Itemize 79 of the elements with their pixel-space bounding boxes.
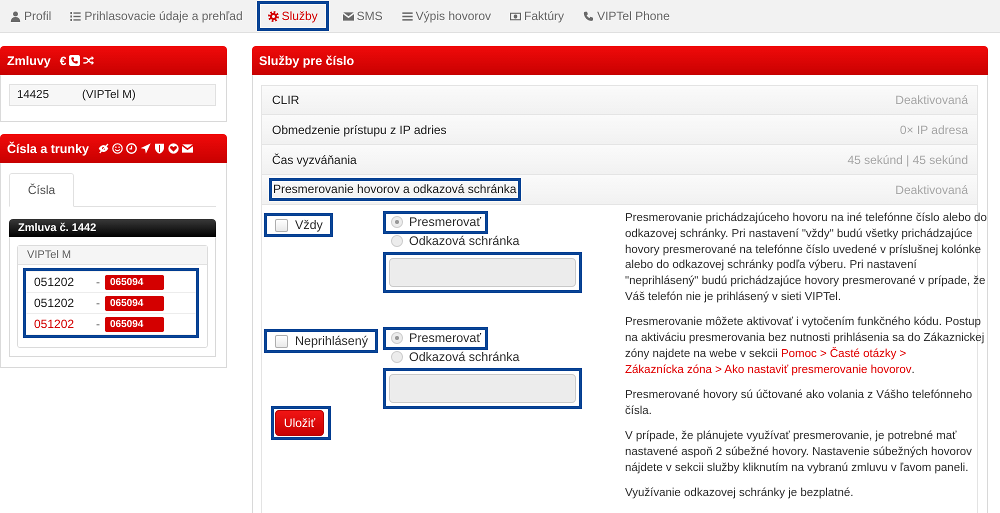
contract-number: 14425: [17, 89, 50, 101]
help-link[interactable]: Pomoc > Časté otázky >: [780, 346, 906, 363]
envelope-icon: [182, 143, 193, 154]
contract-row[interactable]: 14425 (VIPTel M): [9, 84, 216, 106]
envelope-icon: [342, 10, 354, 22]
radio-label: Odkazová schránka: [409, 234, 520, 248]
panel-title: Služby pre číslo: [259, 54, 354, 68]
separator: -: [96, 296, 100, 310]
shuffle-icon: [83, 55, 94, 66]
service-status: 0× IP adresa: [900, 122, 968, 136]
contract-plan: (VIPTel M): [82, 89, 136, 101]
clock-icon: [126, 143, 137, 154]
service-name: Presmerovanie hovorov a odkazová schránka: [273, 182, 516, 196]
radio-button[interactable]: [391, 216, 403, 228]
nav-tab[interactable]: Profil: [5, 5, 56, 27]
checkbox[interactable]: [275, 218, 288, 232]
service-row[interactable]: Obmedzenie prístupu z IP adries 0× IP adresa: [261, 115, 978, 145]
phone-number: 051202: [34, 317, 76, 331]
service-name: Čas vyzváňania: [272, 152, 357, 166]
nav-tab[interactable]: Služby: [262, 5, 323, 27]
service-name: Obmedzenie prístupu z IP adries: [272, 122, 447, 136]
service-row[interactable]: Presmerovanie hovorov a odkazová schránka Deaktivovaná: [261, 175, 978, 205]
phone-number: 051202: [34, 275, 76, 289]
nav-tab[interactable]: Faktúry: [505, 5, 570, 27]
heart-icon: [168, 143, 179, 154]
nav-tab[interactable]: Prihlasovacie údaje a prehľad: [65, 5, 248, 27]
checkbox-label: Vždy: [295, 218, 323, 232]
plan-header: VIPTel M: [18, 246, 207, 265]
service-name: CLIR: [272, 93, 300, 107]
separator: -: [96, 317, 100, 331]
service-status: 45 sekúnd | 45 sekúnd: [847, 152, 968, 166]
help-paragraph: V prípade, že plánujete využívať presmerovanie, je potrebné mať nastavené aspoň 2 súbežné hovory. Nastavenie súbežných hovorov nájdete v sekcii služby kliknutím na vybranú zmluvu v ľavom paneli.: [625, 429, 973, 476]
phone-number: 051202: [34, 296, 76, 310]
number-badge: 065094: [105, 296, 164, 310]
number-row[interactable]: 051202 - 065094: [26, 314, 196, 335]
user-icon: [10, 10, 21, 22]
number-row[interactable]: 051202 - 065094: [26, 272, 196, 293]
banknote-icon: [510, 10, 522, 22]
phone-icon: [69, 55, 80, 66]
contract-header: Zmluva č. 1442: [9, 219, 216, 237]
radio-button[interactable]: [391, 332, 403, 344]
shield-icon: [154, 143, 165, 154]
help-paragraph: Využívanie odkazovej schránky je bezplatné.: [625, 486, 854, 501]
radio-button[interactable]: [391, 235, 403, 247]
input-field[interactable]: [389, 374, 576, 403]
checkbox[interactable]: [275, 334, 288, 348]
panel-title: Zmluvy: [7, 54, 51, 68]
help-paragraph: Presmerované hovory sú účtované ako volania z Vášho telefónneho čísla.: [625, 388, 974, 419]
eye-slash-icon: [98, 143, 109, 154]
input-field[interactable]: [389, 258, 576, 287]
radio-label: Odkazová schránka: [409, 350, 520, 364]
tab[interactable]: Čísla: [9, 173, 74, 207]
settings-icon: [268, 10, 279, 22]
number-row[interactable]: 051202 - 065094: [26, 293, 196, 314]
location-arrow-icon: [140, 143, 151, 154]
nav-tab[interactable]: SMS: [338, 5, 388, 27]
radio-label: Presmerovať: [409, 331, 482, 345]
checkbox-label: Neprihlásený: [295, 334, 368, 348]
list-icon: [70, 10, 82, 22]
service-row[interactable]: CLIR Deaktivovaná: [261, 85, 978, 115]
number-badge: 065094: [105, 316, 164, 332]
help-link[interactable]: Zákaznícka zóna > Ako nastaviť presmerovanie hovorov: [625, 362, 912, 378]
help-paragraph: Presmerovanie prichádzajúceho hovoru na iné telefónne číslo alebo do odkazovej schránky. Pri nastavení "vždy" budú všetky prichádzajúce hovory presmerované na telefónne číslo uvedené v príslušnej kolónke alebo do odkazovej schránky podľa výberu. Pri nastavení "neprihlásený" budú prichádzajúce hovory presmerované v prípade, že Váš telefón nie je prihlásený v sieti VIPTel.: [625, 211, 987, 305]
service-status: Deaktivovaná: [895, 182, 968, 196]
number-badge: 065094: [105, 274, 164, 290]
nav-tab[interactable]: VIPTel Phone: [578, 5, 675, 27]
separator: -: [96, 275, 100, 289]
save-button[interactable]: Uložiť: [275, 410, 324, 436]
euro-icon: €: [60, 54, 66, 66]
lines-icon: [402, 10, 413, 22]
phone-icon: [583, 10, 594, 22]
panel-title: Čísla a trunky: [7, 142, 89, 156]
help-paragraph: Presmerovanie môžete aktivovať i vytočením funkčného kódu. Postup na aktiváciu presmerovania bez nutnosti prihlásenia sa do Zákaznickej zóny najdete na webe v sekcii Pomoc > Časté otázky > Zákaznícka zóna > Ako nastaviť presmerovanie hovorov.: [625, 315, 987, 378]
service-status: Deaktivovaná: [895, 93, 968, 107]
nav-tab[interactable]: Výpis hovorov: [396, 5, 496, 27]
service-row[interactable]: Čas vyzváňania 45 sekúnd | 45 sekúnd: [261, 145, 978, 175]
radio-button[interactable]: [391, 351, 403, 363]
smiley-icon: [112, 143, 123, 154]
radio-label: Presmerovať: [409, 215, 482, 229]
